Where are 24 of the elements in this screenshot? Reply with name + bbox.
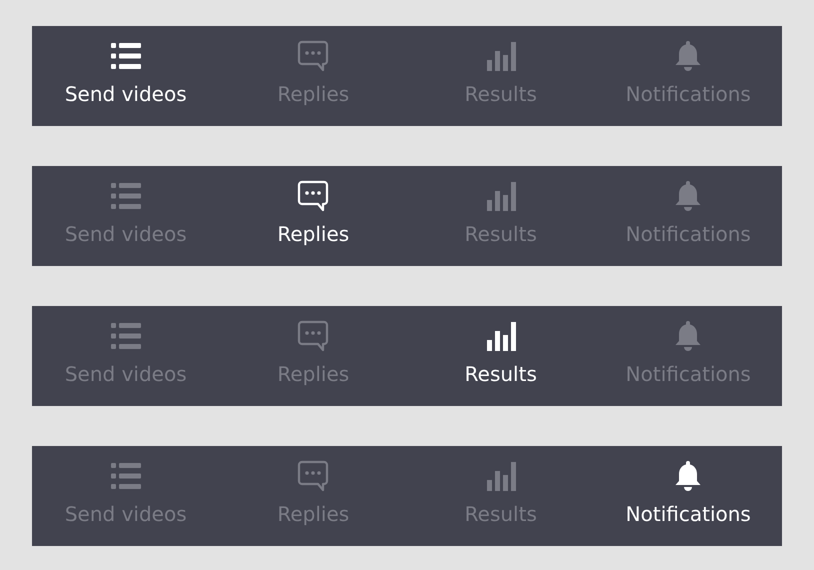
chat-icon bbox=[296, 180, 330, 212]
tab[interactable]: Send videos bbox=[32, 306, 220, 406]
list-icon bbox=[108, 460, 143, 492]
tab[interactable]: Send videos bbox=[32, 26, 220, 126]
tab[interactable]: Results bbox=[407, 306, 594, 406]
tab[interactable]: Replies bbox=[220, 306, 407, 406]
list-icon bbox=[108, 320, 143, 352]
chat-icon bbox=[296, 460, 330, 492]
tab[interactable]: Replies bbox=[220, 166, 407, 266]
chat-icon bbox=[296, 40, 330, 72]
tab[interactable]: Results bbox=[407, 26, 594, 126]
chat-icon bbox=[296, 320, 330, 352]
tab[interactable]: Notifications bbox=[594, 166, 782, 266]
tab[interactable]: Notifications bbox=[594, 446, 782, 546]
list-icon bbox=[108, 180, 143, 212]
list-icon bbox=[108, 40, 143, 72]
tab[interactable]: Results bbox=[407, 166, 594, 266]
tab[interactable]: Notifications bbox=[594, 306, 782, 406]
tab[interactable]: Notifications bbox=[594, 26, 782, 126]
tab[interactable]: Replies bbox=[220, 26, 407, 126]
tab[interactable]: Replies bbox=[220, 446, 407, 546]
tab[interactable]: Send videos bbox=[32, 446, 220, 546]
tab[interactable]: Send videos bbox=[32, 166, 220, 266]
tab[interactable]: Results bbox=[407, 446, 594, 546]
